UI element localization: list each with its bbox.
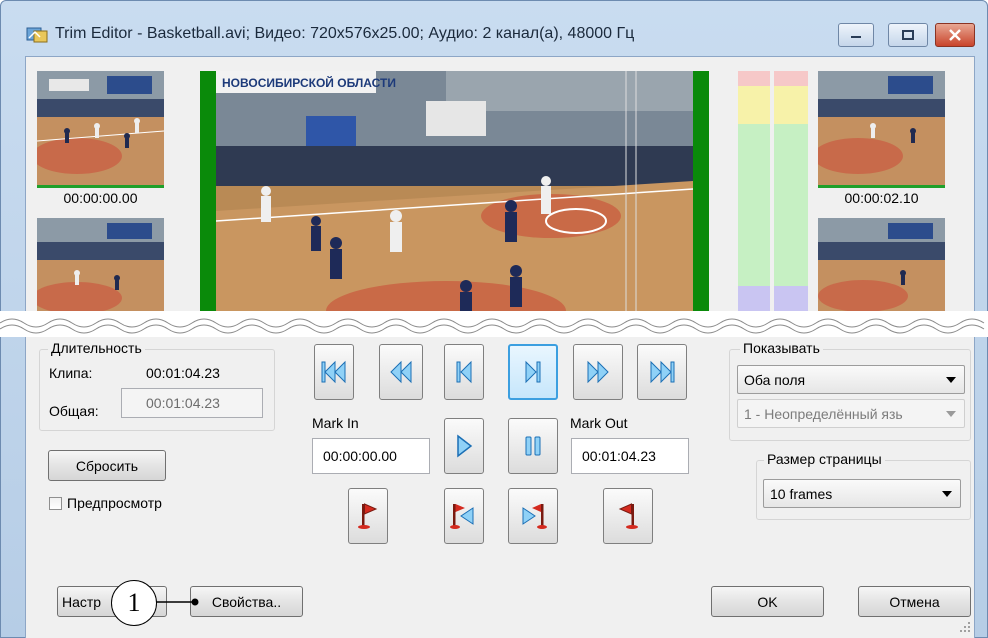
basketball-frame-image bbox=[818, 71, 945, 188]
properties-button[interactable]: Свойства.. bbox=[190, 586, 303, 617]
clip-duration-value: 00:01:04.23 bbox=[146, 365, 220, 381]
mark-in-flag-icon bbox=[358, 503, 378, 529]
total-label: Общая: bbox=[49, 403, 99, 419]
thumbnail-frame-right-second[interactable] bbox=[818, 218, 945, 316]
goto-mark-out-button[interactable] bbox=[508, 488, 558, 544]
rewind-button[interactable] bbox=[379, 344, 423, 400]
preview-checkbox-label: Предпросмотр bbox=[67, 495, 162, 511]
prev-frame-icon bbox=[456, 360, 472, 384]
callout-leader-line bbox=[150, 598, 199, 606]
rewind-icon bbox=[390, 360, 412, 384]
maximize-button[interactable] bbox=[888, 23, 928, 47]
basketball-frame-image bbox=[37, 218, 164, 316]
basketball-frame-image bbox=[37, 71, 164, 188]
page-size-group-label: Размер страницы bbox=[764, 451, 885, 467]
fast-forward-icon bbox=[587, 360, 609, 384]
next-frame-icon bbox=[525, 360, 541, 384]
pause-icon bbox=[525, 436, 541, 456]
reset-button[interactable]: Сбросить bbox=[48, 450, 166, 481]
language-select-value: 1 - Неопределённый язь bbox=[744, 405, 903, 422]
preview-frame: НОВОСИБИРСКОЙ ОБЛАСТИ bbox=[216, 71, 693, 316]
mark-out-label: Mark Out bbox=[570, 415, 628, 431]
close-button[interactable] bbox=[935, 23, 975, 47]
chevron-down-icon bbox=[942, 490, 952, 497]
basketball-frame-image bbox=[818, 218, 945, 316]
fast-forward-button[interactable] bbox=[573, 344, 623, 400]
chevron-down-icon bbox=[946, 410, 956, 417]
mark-out-field[interactable]: 00:01:04.23 bbox=[571, 438, 689, 474]
go-start-button[interactable] bbox=[314, 344, 354, 400]
mark-in-field[interactable]: 00:00:00.00 bbox=[312, 438, 430, 474]
thumbnail-frame-second[interactable] bbox=[37, 218, 164, 316]
go-start-icon bbox=[321, 360, 346, 384]
maximize-icon bbox=[902, 30, 914, 40]
total-duration-field: 00:01:04.23 bbox=[121, 388, 263, 418]
go-end-icon bbox=[650, 360, 675, 384]
title-bar[interactable]: Trim Editor - Basketball.avi; Видео: 720… bbox=[1, 1, 987, 51]
thumbnail-timecode-right: 00:00:02.10 bbox=[844, 190, 919, 206]
play-icon bbox=[457, 434, 473, 458]
goto-mark-out-icon bbox=[522, 504, 547, 529]
show-group-label: Показывать bbox=[740, 340, 823, 356]
clip-label: Клипа: bbox=[49, 365, 93, 381]
mark-out-flag-icon bbox=[618, 503, 638, 529]
court-banner-text: НОВОСИБИРСКОЙ ОБЛАСТИ bbox=[222, 75, 396, 90]
next-frame-button[interactable] bbox=[508, 344, 558, 400]
basketball-court-image: НОВОСИБИРСКОЙ ОБЛАСТИ bbox=[216, 71, 693, 316]
play-button[interactable] bbox=[444, 418, 484, 474]
fields-select[interactable]: Оба поля bbox=[737, 365, 965, 394]
goto-mark-in-icon bbox=[450, 504, 474, 529]
mark-in-label: Mark In bbox=[312, 415, 359, 431]
preview-checkbox[interactable] bbox=[49, 497, 62, 510]
thumbnail-frame-first[interactable] bbox=[37, 71, 164, 188]
audio-level-meter bbox=[738, 71, 808, 316]
screenshot-torn-edge bbox=[0, 311, 988, 337]
page-size-select-value: 10 frames bbox=[770, 485, 833, 502]
video-preview[interactable]: НОВОСИБИРСКОЙ ОБЛАСТИ bbox=[200, 71, 709, 316]
thumbnail-green-bar bbox=[37, 185, 164, 188]
goto-mark-in-button[interactable] bbox=[444, 488, 484, 544]
language-select: 1 - Неопределённый язь bbox=[737, 399, 965, 428]
prev-frame-button[interactable] bbox=[444, 344, 484, 400]
pause-button[interactable] bbox=[508, 418, 558, 474]
fields-select-value: Оба поля bbox=[744, 371, 806, 388]
resize-grip-icon[interactable] bbox=[958, 620, 972, 634]
thumbnail-green-bar bbox=[818, 185, 945, 188]
go-end-button[interactable] bbox=[637, 344, 687, 400]
ok-button[interactable]: OK bbox=[711, 586, 824, 617]
set-mark-in-button[interactable] bbox=[348, 488, 388, 544]
thumbnail-timecode-left: 00:00:00.00 bbox=[63, 190, 138, 206]
page-size-select[interactable]: 10 frames bbox=[763, 479, 961, 508]
minimize-icon bbox=[851, 36, 861, 38]
callout-marker: 1 bbox=[111, 580, 157, 626]
app-icon bbox=[26, 27, 48, 43]
set-mark-out-button[interactable] bbox=[603, 488, 653, 544]
cancel-button[interactable]: Отмена bbox=[858, 586, 971, 617]
thumbnail-frame-right-first[interactable] bbox=[818, 71, 945, 188]
chevron-down-icon bbox=[946, 376, 956, 383]
duration-group-label: Длительность bbox=[48, 340, 145, 356]
window-title: Trim Editor - Basketball.avi; Видео: 720… bbox=[55, 25, 635, 42]
close-icon bbox=[949, 29, 961, 41]
minimize-button[interactable] bbox=[838, 23, 874, 47]
